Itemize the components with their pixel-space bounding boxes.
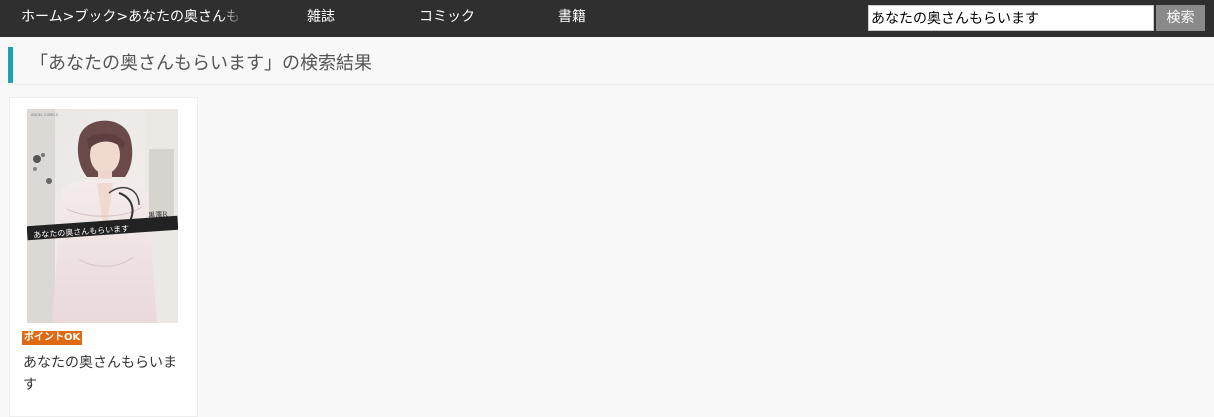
book-title-link[interactable]: あなたの奥さんもらいます xyxy=(23,352,188,396)
breadcrumb-separator: > xyxy=(62,9,75,25)
nav-books-link[interactable]: 書籍 xyxy=(558,0,586,35)
divider xyxy=(8,84,1214,85)
heading-accent-bar xyxy=(8,47,13,83)
search-input[interactable] xyxy=(868,5,1154,31)
breadcrumb: ホーム>ブック>あなたの奥さんもらいます xyxy=(21,0,243,37)
top-navigation-bar: ホーム>ブック>あなたの奥さんもらいます 雑誌 コミック 書籍 検索 xyxy=(0,0,1214,37)
book-cover-image[interactable]: あなたの奥さんもらいます 黒澤R ANGEL COMICS xyxy=(27,109,178,323)
cover-publisher-text: ANGEL COMICS xyxy=(31,113,59,117)
breadcrumb-home-link[interactable]: ホーム xyxy=(21,9,63,25)
page-title: 「あなたの奥さんもらいます」の検索結果 xyxy=(30,53,372,74)
cover-author-text: 黒澤R xyxy=(148,209,169,219)
breadcrumb-separator: > xyxy=(116,9,129,25)
breadcrumb-fade xyxy=(221,0,243,37)
nav-magazine-link[interactable]: 雑誌 xyxy=(307,0,335,35)
nav-comic-link[interactable]: コミック xyxy=(419,0,475,35)
point-ok-badge: ポイントOK xyxy=(22,331,83,345)
breadcrumb-books-link[interactable]: ブック xyxy=(74,9,116,25)
search-button[interactable]: 検索 xyxy=(1156,5,1205,31)
result-card[interactable]: あなたの奥さんもらいます 黒澤R ANGEL COMICS ポイントOK あなた… xyxy=(9,97,198,417)
